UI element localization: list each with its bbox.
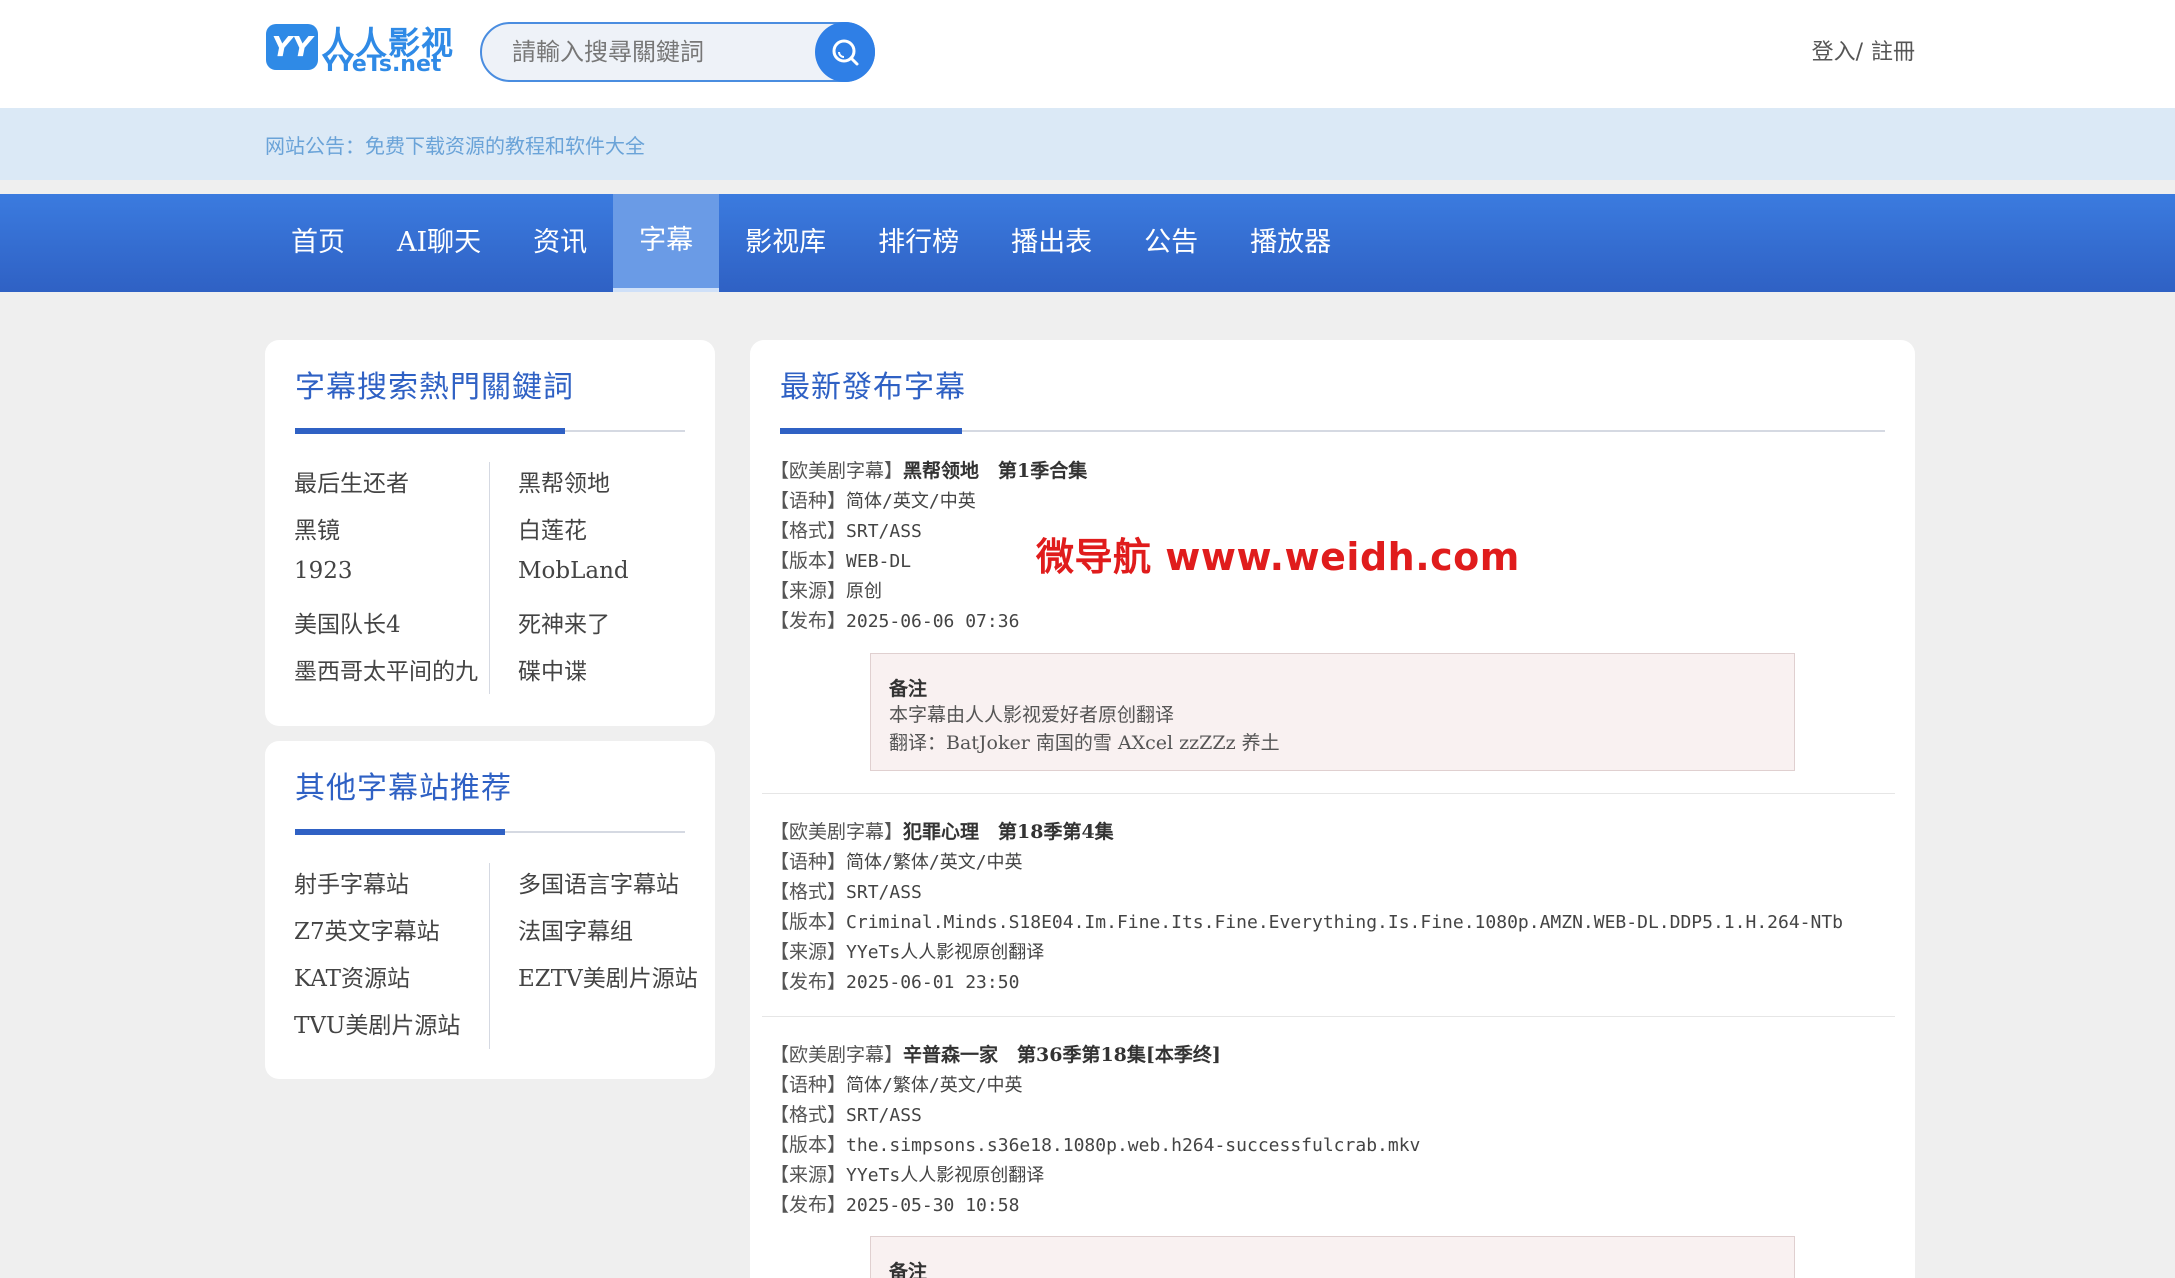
search-box xyxy=(480,22,875,82)
entry-field-label: 【格式】 xyxy=(770,520,847,542)
entry-field-label: 【发布】 xyxy=(770,971,847,993)
entry-field-label: 【来源】 xyxy=(770,1164,847,1186)
entry-field-label: 【版本】 xyxy=(770,550,847,572)
site-logo[interactable]: YY 人人影视 YYeTs.net xyxy=(266,18,453,77)
entry-note: 备注本字幕由人人影视爱好者原创翻译翻译：BatJoker 南国的雪 AXcel … xyxy=(870,653,1795,771)
keyword-link[interactable]: 美国队长4 xyxy=(294,605,401,639)
entry-field-value: 简体/繁体/英文/中英 xyxy=(846,852,1023,873)
watermark: 微导航 www.weidh.com xyxy=(1036,535,1520,579)
entry-category: 【欧美剧字幕】 xyxy=(770,821,904,843)
column-divider xyxy=(489,863,490,1049)
entry-note: 备注 xyxy=(870,1236,1795,1278)
entry-field-value: SRT/ASS xyxy=(846,1105,922,1126)
search-button[interactable] xyxy=(815,22,875,82)
keyword-link[interactable]: 1923 xyxy=(294,558,353,584)
keyword-link[interactable]: 死神来了 xyxy=(518,605,610,639)
notice-bar: 网站公告：免费下载资源的教程和软件大全 xyxy=(0,108,2175,180)
note-line: 本字幕由人人影视爱好者原创翻译 xyxy=(889,704,1175,726)
entry-field-value: the.simpsons.s36e18.1080p.web.h264-succe… xyxy=(846,1135,1421,1156)
keyword-link[interactable]: KAT资源站 xyxy=(294,959,410,993)
keyword-link[interactable]: EZTV美剧片源站 xyxy=(518,959,698,993)
entry-field-value: SRT/ASS xyxy=(846,882,922,903)
entry-field-value: Criminal.Minds.S18E04.Im.Fine.Its.Fine.E… xyxy=(846,912,1844,933)
entry-field-value: WEB-DL xyxy=(846,551,912,572)
entry-field-value: 2025-05-30 10:58 xyxy=(846,1195,1020,1216)
entry-separator xyxy=(762,1016,1895,1017)
hot-keywords-title: 字幕搜索熱門關鍵詞 xyxy=(295,370,574,405)
entry-field-value: 简体/繁体/英文/中英 xyxy=(846,1075,1023,1096)
keyword-link[interactable]: MobLand xyxy=(518,558,629,584)
entry-field-value: 2025-06-06 07:36 xyxy=(846,611,1020,632)
entry-field-label: 【语种】 xyxy=(770,490,847,512)
keyword-link[interactable]: 白莲花 xyxy=(518,511,587,545)
keyword-link[interactable]: 黑帮领地 xyxy=(518,464,610,498)
keyword-link[interactable]: 法国字幕组 xyxy=(518,912,633,946)
divider xyxy=(295,829,685,835)
subtitle-entry: 【欧美剧字幕】犯罪心理 第18季第4集【语种】简体/繁体/英文/中英【格式】SR… xyxy=(770,817,1843,997)
note-title: 备注 xyxy=(889,1261,928,1278)
divider xyxy=(295,428,685,434)
column-divider xyxy=(489,462,490,694)
entry-title-link[interactable]: 辛普森一家 第36季第18集[本季终] xyxy=(903,1044,1221,1066)
entry-field-value: 原创 xyxy=(846,581,883,602)
auth-links: 登入/ 註冊 xyxy=(1812,34,1915,66)
nav-item[interactable]: AI聊天 xyxy=(371,194,507,292)
entry-field-label: 【语种】 xyxy=(770,851,847,873)
entry-field-label: 【格式】 xyxy=(770,1104,847,1126)
entry-category: 【欧美剧字幕】 xyxy=(770,460,904,482)
login-link[interactable]: 登入/ xyxy=(1812,34,1863,66)
latest-title: 最新發布字幕 xyxy=(780,370,966,405)
nav-item[interactable]: 首页 xyxy=(265,194,371,292)
nav-item[interactable]: 排行榜 xyxy=(852,194,985,292)
keyword-link[interactable]: 射手字幕站 xyxy=(294,865,409,899)
entry-field-value: YYeTs人人影视原创翻译 xyxy=(846,1165,1045,1186)
entry-field-label: 【来源】 xyxy=(770,941,847,963)
subtitle-entry: 【欧美剧字幕】辛普森一家 第36季第18集[本季终] 【语种】简体/繁体/英文/中… xyxy=(770,1040,1420,1220)
entry-title-link[interactable]: 黑帮领地 第1季合集 xyxy=(903,460,1087,482)
entry-title-link[interactable]: 犯罪心理 第18季第4集 xyxy=(903,821,1114,843)
entry-field-label: 【发布】 xyxy=(770,1194,847,1216)
nav-item[interactable]: 播放器 xyxy=(1224,194,1357,292)
note-line: 翻译：BatJoker 南国的雪 AXcel zzZZz 养土 xyxy=(889,732,1280,754)
nav-item[interactable]: 播出表 xyxy=(985,194,1118,292)
nav-item[interactable]: 公告 xyxy=(1118,194,1224,292)
note-title: 备注 xyxy=(889,678,928,700)
nav-item[interactable]: 影视库 xyxy=(719,194,852,292)
keyword-link[interactable]: Z7英文字幕站 xyxy=(294,912,440,946)
entry-field-label: 【语种】 xyxy=(770,1074,847,1096)
main-nav: 首页 AI聊天 资讯 字幕 影视库 排行榜 播出表 公告 播放器 xyxy=(0,194,2175,292)
entry-field-label: 【版本】 xyxy=(770,911,847,933)
site-header: YY 人人影视 YYeTs.net 登入/ 註冊 xyxy=(0,0,2175,108)
other-sites-card: 其他字幕站推荐 射手字幕站 Z7英文字幕站 KAT资源站 TVU美剧片源站 多国语言字… xyxy=(265,741,715,1079)
entry-field-label: 【格式】 xyxy=(770,881,847,903)
entry-separator xyxy=(762,793,1895,794)
keyword-link[interactable]: 碟中谍 xyxy=(518,652,587,686)
entry-field-value: YYeTs人人影视原创翻译 xyxy=(846,942,1045,963)
entry-field-value: SRT/ASS xyxy=(846,521,922,542)
keyword-link[interactable]: 墨西哥太平间的九 xyxy=(294,652,478,686)
keyword-link[interactable]: 多国语言字幕站 xyxy=(518,865,679,899)
other-sites-title: 其他字幕站推荐 xyxy=(295,771,512,806)
entry-field-label: 【来源】 xyxy=(770,580,847,602)
nav-item[interactable]: 资讯 xyxy=(507,194,613,292)
entry-field-value: 简体/英文/中英 xyxy=(846,491,976,512)
hot-keywords-card: 字幕搜索熱門關鍵詞 最后生还者黑镜 1923 美国队长4 墨西哥太平间的九 黑帮领地白… xyxy=(265,340,715,726)
notice-text[interactable]: 网站公告：免费下载资源的教程和软件大全 xyxy=(265,130,645,159)
entry-field-label: 【发布】 xyxy=(770,610,847,632)
register-link[interactable]: 註冊 xyxy=(1871,34,1915,66)
entry-category: 【欧美剧字幕】 xyxy=(770,1044,904,1066)
keyword-link[interactable]: 黑镜 xyxy=(294,511,340,545)
nav-item[interactable]: 字幕 xyxy=(613,194,720,292)
keyword-link[interactable]: TVU美剧片源站 xyxy=(294,1006,460,1040)
entry-field-value: 2025-06-01 23:50 xyxy=(846,972,1020,993)
search-input[interactable] xyxy=(512,34,782,70)
entry-field-label: 【版本】 xyxy=(770,1134,847,1156)
logo-badge-icon: YY xyxy=(266,24,318,70)
search-icon xyxy=(832,39,859,66)
logo-text-en: YYeTs.net xyxy=(322,52,442,77)
divider xyxy=(780,428,1885,434)
keyword-link[interactable]: 最后生还者 xyxy=(294,464,409,498)
